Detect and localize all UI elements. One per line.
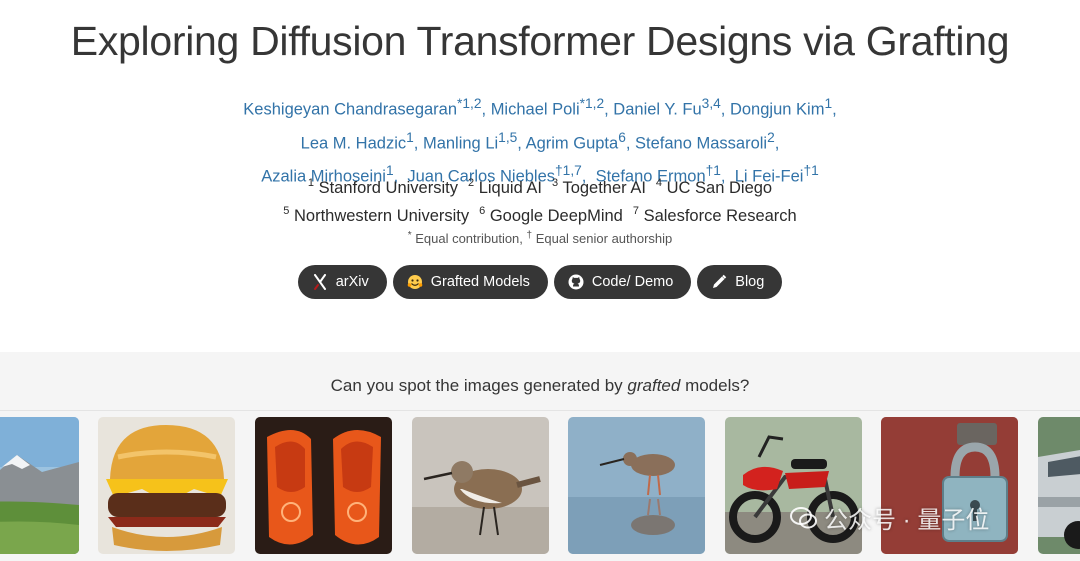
author-link[interactable]: Keshigeyan Chandrasegaran	[243, 101, 457, 119]
question-text-end: models?	[680, 376, 750, 395]
affiliation-line: 1 Stanford University 2 Liquid AI 3 Togeth…	[0, 174, 1080, 202]
code-demo-button[interactable]: Code/ Demo	[553, 265, 692, 299]
affiliation-name: UC San Diego	[666, 179, 773, 197]
author-link[interactable]: Stefano Massaroli	[635, 134, 767, 152]
watermark-text: 公众号 · 量子位	[824, 507, 990, 534]
gallery-image-car[interactable]	[1038, 417, 1080, 554]
hero-section: Exploring Diffusion Transformer Designs …	[0, 0, 1080, 352]
arxiv-button[interactable]: arXiv	[297, 265, 387, 299]
author-separator: ,	[481, 100, 491, 119]
author-separator: ,	[517, 134, 526, 152]
contribution-note: * Equal contribution, † Equal senior aut…	[0, 231, 1080, 247]
author-link[interactable]: Michael Poli	[491, 101, 580, 119]
wechat-icon	[790, 506, 817, 528]
author-separator: ,	[413, 134, 423, 152]
arxiv-icon	[312, 274, 328, 290]
watermark: 公众号 · 量子位	[790, 500, 989, 535]
affiliation-line: 5 Northwestern University 6 Google DeepMi…	[0, 202, 1080, 230]
gallery-divider	[0, 410, 1080, 411]
affiliation-name: Together AI	[562, 179, 646, 197]
author-affiliation-mark: 1	[406, 129, 414, 145]
link-buttons: arXiv Grafted Models Code/ Demo Blog	[0, 265, 1080, 299]
question-emphasis: grafted	[627, 376, 681, 395]
affiliation-name: Liquid AI	[478, 179, 543, 197]
author-separator: ,	[832, 100, 837, 119]
gallery-image-clogs[interactable]	[255, 417, 392, 554]
author-separator: ,	[625, 134, 636, 152]
affiliation: 1 Stanford University	[308, 178, 458, 198]
gallery-image-sandpiper[interactable]	[412, 417, 549, 554]
senior-authorship-text: Equal senior authorship	[532, 231, 673, 246]
author-affiliation-mark: 1,5	[498, 129, 518, 145]
affiliation-name: Salesforce Research	[643, 207, 797, 225]
gallery-question: Can you spot the images generated by gra…	[0, 376, 1080, 396]
affiliation-name: Stanford University	[318, 179, 458, 197]
affiliation: 5 Northwestern University	[283, 206, 470, 226]
code-demo-label: Code/ Demo	[591, 274, 674, 290]
gallery-image-mountain[interactable]	[0, 417, 79, 554]
hugging-face-icon	[407, 274, 423, 290]
author-affiliation-mark: *1,2	[579, 96, 605, 111]
affiliation: 7 Salesforce Research	[633, 206, 797, 226]
affiliation: 6 Google DeepMind	[479, 206, 623, 226]
affiliation-name: Google DeepMind	[489, 207, 623, 225]
author-affiliation-mark: 6	[618, 129, 626, 145]
affiliation-list: 1 Stanford University 2 Liquid AI 3 Togeth…	[0, 174, 1080, 230]
author-affiliation-mark: *1,2	[457, 96, 482, 111]
gallery-image-burger[interactable]	[98, 417, 235, 554]
page-title: Exploring Diffusion Transformer Designs …	[70, 18, 1010, 64]
blog-label: Blog	[735, 274, 765, 290]
author-separator: ,	[720, 100, 730, 119]
author-line: Lea M. Hadzic1, Manling Li1,5, Agrim Gup…	[0, 124, 1080, 158]
affiliation: 2 Liquid AI	[468, 178, 543, 198]
author-link[interactable]: Agrim Gupta	[526, 134, 619, 152]
github-icon	[568, 274, 584, 290]
pencil-icon	[711, 274, 727, 290]
question-text: Can you spot the images generated by	[330, 376, 628, 395]
gallery-image-wading-bird[interactable]	[568, 417, 705, 554]
author-affiliation-mark: 1	[824, 96, 833, 111]
author-line: Keshigeyan Chandrasegaran*1,2, Michael P…	[0, 90, 1080, 124]
author-link[interactable]: Lea M. Hadzic	[301, 134, 406, 152]
author-link[interactable]: Dongjun Kim	[730, 101, 824, 119]
grafted-models-label: Grafted Models	[430, 274, 530, 290]
author-link[interactable]: Manling Li	[423, 134, 498, 152]
equal-contribution-text: Equal contribution,	[411, 231, 527, 246]
author-separator: ,	[604, 100, 614, 119]
grafted-models-button[interactable]: Grafted Models	[392, 265, 548, 299]
arxiv-label: arXiv	[335, 274, 369, 290]
author-link[interactable]: Daniel Y. Fu	[613, 101, 701, 119]
affiliation: 3 Together AI	[552, 178, 646, 198]
author-separator: ,	[774, 134, 780, 152]
blog-button[interactable]: Blog	[697, 265, 783, 299]
affiliation: 4 UC San Diego	[656, 178, 773, 198]
affiliation-name: Northwestern University	[293, 207, 470, 225]
author-affiliation-mark: 3,4	[701, 96, 721, 111]
author-affiliation-mark: 2	[767, 129, 775, 145]
